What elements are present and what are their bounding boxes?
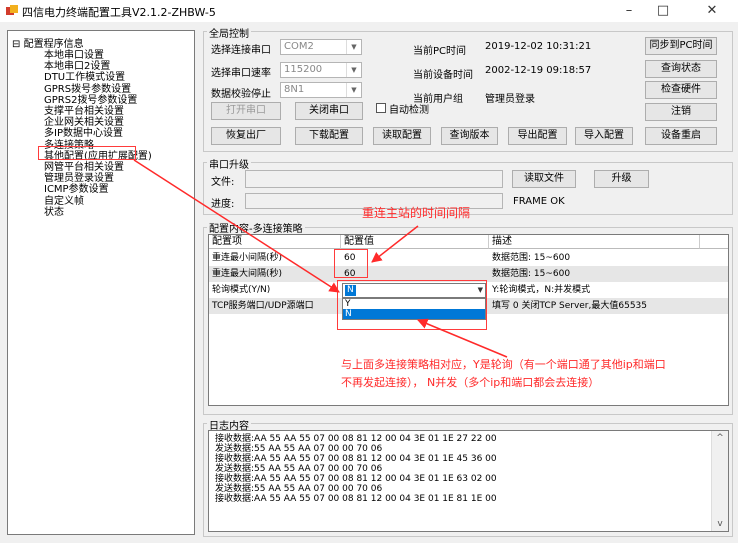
arrow-note-to-intervals (371, 225, 419, 263)
reconnect-interval-note: 重连主站的时间间隔 (362, 206, 471, 220)
log-line: 发送数据:55 AA 55 AA 07 00 00 70 06 (215, 444, 383, 454)
arrow-note-to-polling (417, 318, 508, 358)
log-line: 发送数据:55 AA 55 AA 07 00 00 70 06 (215, 484, 383, 494)
log-textarea[interactable]: 接收数据:AA 55 AA 55 07 00 08 81 12 00 04 3E… (208, 430, 729, 532)
log-line: 接收数据:AA 55 AA 55 07 00 08 81 12 00 04 3E… (215, 434, 497, 444)
arrow-tree-to-grid (133, 159, 340, 293)
log-line: 接收数据:AA 55 AA 55 07 00 08 81 12 00 04 3E… (215, 494, 497, 504)
log-line: 接收数据:AA 55 AA 55 07 00 08 81 12 00 04 3E… (215, 454, 497, 464)
strategy-note-line1: 与上面多连接策略相对应，Y是轮询（有一个端口通了其他ip和端口 (341, 358, 666, 371)
log-scrollbar[interactable]: ^ v (711, 431, 728, 531)
strategy-note-line2: 不再发起连接）， N并发（多个ip和端口都会去连接） (341, 376, 600, 389)
scroll-down-arrow[interactable]: v (712, 519, 728, 529)
log-line: 发送数据:55 AA 55 AA 07 00 00 70 06 (215, 464, 383, 474)
scroll-up-arrow[interactable]: ^ (712, 433, 728, 443)
log-line: 接收数据:AA 55 AA 55 07 00 08 81 12 00 04 3E… (215, 474, 497, 484)
